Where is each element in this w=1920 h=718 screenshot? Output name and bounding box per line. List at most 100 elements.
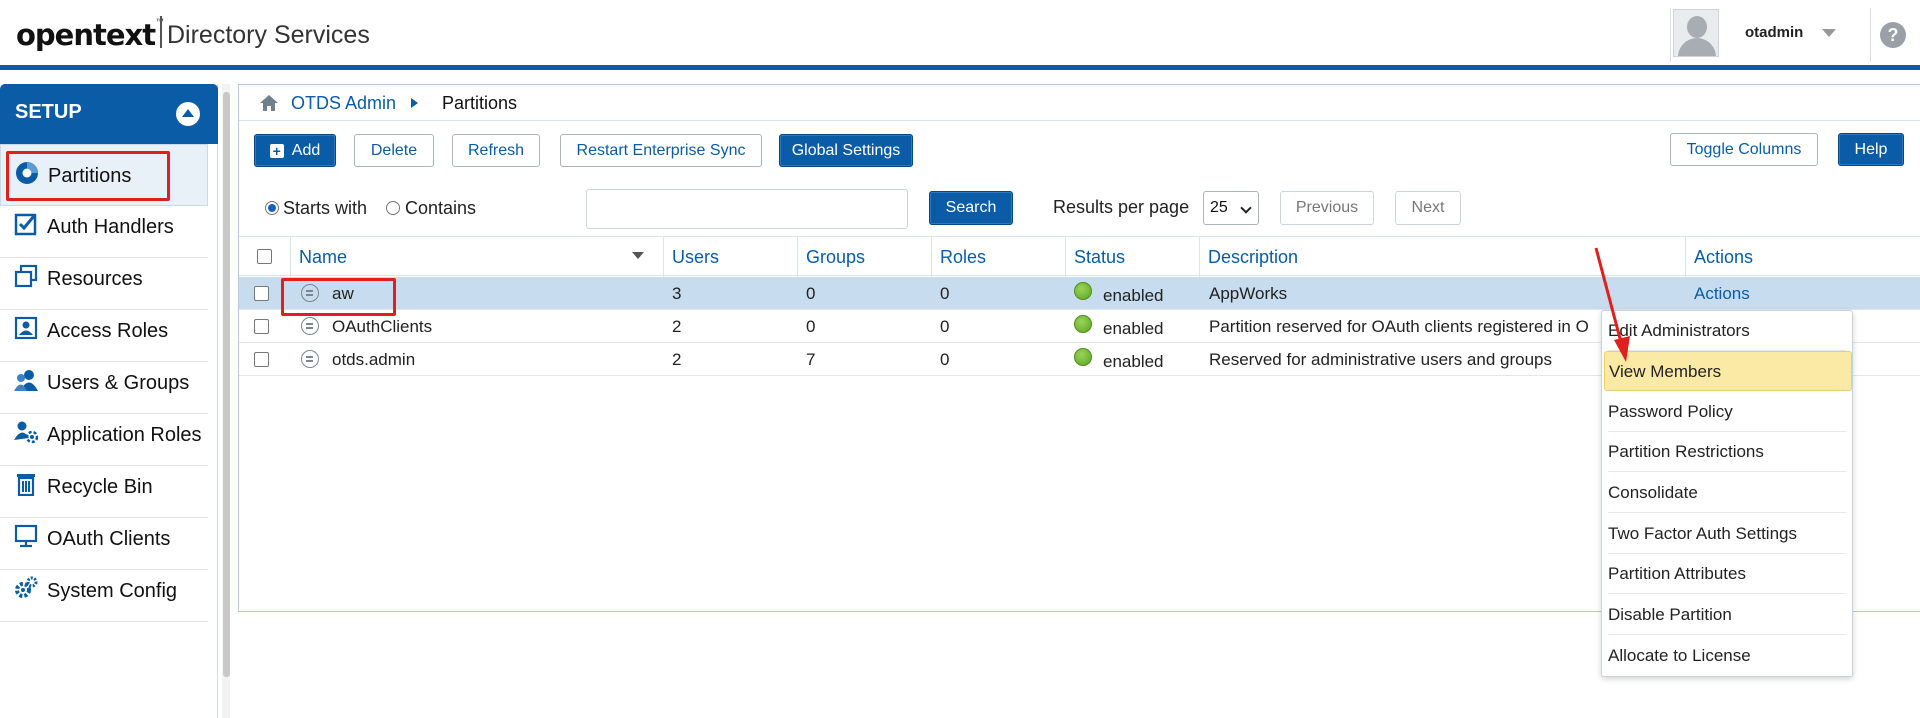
trash-icon xyxy=(17,474,35,496)
sidebar-item-label: OAuth Clients xyxy=(47,528,171,550)
sidebar-item-label: Application Roles xyxy=(47,424,202,446)
search-button[interactable]: Search xyxy=(929,191,1013,225)
next-page-button[interactable]: Next xyxy=(1395,191,1461,225)
roles-count: 0 xyxy=(940,317,950,336)
table-header: Name Users Groups Roles Status Descripti… xyxy=(239,236,1920,277)
results-per-page-label: Results per page xyxy=(1053,197,1190,217)
menu-item-consolidate[interactable]: Consolidate xyxy=(1608,473,1846,513)
status-enabled-icon xyxy=(1074,282,1092,300)
home-icon[interactable] xyxy=(259,94,279,112)
column-header-groups[interactable]: Groups xyxy=(797,237,931,277)
partition-icon xyxy=(301,350,319,368)
highlight-box-aw xyxy=(281,278,396,316)
add-button[interactable]: + Add xyxy=(254,134,336,167)
description-text: Partition reserved for OAuth clients reg… xyxy=(1209,317,1589,336)
row-checkbox[interactable] xyxy=(254,286,269,301)
global-settings-button[interactable]: Global Settings xyxy=(779,134,913,167)
plus-icon: + xyxy=(269,144,284,158)
column-name-label: Name xyxy=(299,247,348,267)
column-header-description[interactable]: Description xyxy=(1199,237,1685,277)
results-per-page-select[interactable]: 25 xyxy=(1203,191,1259,225)
sort-desc-icon[interactable] xyxy=(632,252,644,259)
setup-section-header[interactable]: SETUP xyxy=(0,84,218,144)
groups-count: 7 xyxy=(806,350,816,369)
column-header-users[interactable]: Users xyxy=(663,237,797,277)
setup-title: SETUP xyxy=(15,101,82,123)
breadcrumb-arrow-icon xyxy=(411,98,418,108)
logo-separator xyxy=(160,16,162,48)
partition-icon xyxy=(301,317,319,335)
status-enabled-icon xyxy=(1074,315,1092,333)
users-count: 3 xyxy=(672,284,682,303)
description-text: AppWorks xyxy=(1209,284,1288,303)
partition-name[interactable]: OAuthClients xyxy=(332,317,432,337)
actions-link[interactable]: Actions xyxy=(1694,284,1750,304)
resources-icon xyxy=(14,264,38,288)
roles-count: 0 xyxy=(940,284,950,303)
groups-count: 0 xyxy=(806,284,816,303)
roles-count: 0 xyxy=(940,350,950,369)
user-avatar[interactable] xyxy=(1673,9,1719,57)
header-divider xyxy=(1670,8,1671,62)
sidebar-item-label: Resources xyxy=(47,268,143,290)
contains-radio[interactable] xyxy=(386,201,400,215)
user-menu-caret-icon[interactable] xyxy=(1822,29,1836,37)
column-header-roles[interactable]: Roles xyxy=(931,237,1065,277)
starts-with-radio[interactable] xyxy=(265,201,279,215)
sidebar-item-label: Auth Handlers xyxy=(47,216,174,238)
sidebar-item-label: Recycle Bin xyxy=(47,476,153,498)
menu-item-edit-administrators[interactable]: Edit Administrators xyxy=(1608,311,1846,351)
breadcrumb-current: Partitions xyxy=(442,93,518,113)
results-per-page-value: 25 xyxy=(1210,199,1228,216)
avatar-head-icon xyxy=(1687,16,1707,38)
menu-item-password-policy[interactable]: Password Policy xyxy=(1608,392,1846,432)
app-header: opentext™ Directory Services otadmin ? xyxy=(0,0,1920,70)
row-checkbox[interactable] xyxy=(254,319,269,334)
users-count: 2 xyxy=(672,350,682,369)
sidebar-item-label: Users & Groups xyxy=(47,372,190,394)
restart-enterprise-sync-button[interactable]: Restart Enterprise Sync xyxy=(560,134,762,167)
select-all-checkbox[interactable] xyxy=(257,249,272,264)
table-row[interactable]: aw 3 0 0 enabled AppWorks Actions xyxy=(239,277,1920,310)
partition-name[interactable]: otds.admin xyxy=(332,350,415,370)
breadcrumb: OTDS Admin Partitions xyxy=(239,85,1920,121)
header-divider-right xyxy=(1870,8,1871,62)
previous-page-button[interactable]: Previous xyxy=(1280,191,1374,225)
menu-item-view-members[interactable]: View Members xyxy=(1604,351,1852,391)
username[interactable]: otadmin xyxy=(1745,24,1803,41)
help-icon[interactable]: ? xyxy=(1880,22,1906,48)
sidebar-item-label: System Config xyxy=(47,580,178,602)
monitor-icon xyxy=(14,524,38,548)
add-button-label: Add xyxy=(291,142,321,159)
status-text: enabled xyxy=(1103,352,1164,371)
menu-item-two-factor-auth[interactable]: Two Factor Auth Settings xyxy=(1608,514,1846,554)
search-input[interactable] xyxy=(586,189,908,229)
app-name: Directory Services xyxy=(167,21,370,49)
collapse-up-icon[interactable] xyxy=(176,102,200,126)
opentext-logo: opentext™ xyxy=(16,18,165,52)
access-roles-icon xyxy=(14,316,38,340)
checkbox-icon xyxy=(14,213,37,236)
sidebar-scrollbar-thumb[interactable] xyxy=(223,92,230,677)
description-text: Reserved for administrative users and gr… xyxy=(1209,350,1552,369)
users-icon xyxy=(14,370,38,391)
status-text: enabled xyxy=(1103,286,1164,305)
breadcrumb-otds-admin[interactable]: OTDS Admin xyxy=(291,93,396,114)
help-button[interactable]: Help xyxy=(1838,133,1904,166)
delete-button[interactable]: Delete xyxy=(354,134,434,167)
refresh-button[interactable]: Refresh xyxy=(452,134,540,167)
groups-count: 0 xyxy=(806,317,816,336)
column-header-name[interactable]: Name xyxy=(290,237,662,277)
app-roles-icon xyxy=(14,421,38,444)
starts-with-label: Starts with xyxy=(283,198,368,218)
toggle-columns-button[interactable]: Toggle Columns xyxy=(1670,133,1818,166)
row-checkbox[interactable] xyxy=(254,352,269,367)
menu-item-disable-partition[interactable]: Disable Partition xyxy=(1608,595,1846,635)
menu-item-partition-restrictions[interactable]: Partition Restrictions xyxy=(1608,432,1846,472)
sidebar-item-system-config[interactable]: System Config xyxy=(0,560,208,622)
menu-item-allocate-to-license[interactable]: Allocate to License xyxy=(1608,636,1846,676)
column-header-status[interactable]: Status xyxy=(1065,237,1199,277)
menu-item-partition-attributes[interactable]: Partition Attributes xyxy=(1608,554,1846,594)
users-count: 2 xyxy=(672,317,682,336)
status-enabled-icon xyxy=(1074,348,1092,366)
